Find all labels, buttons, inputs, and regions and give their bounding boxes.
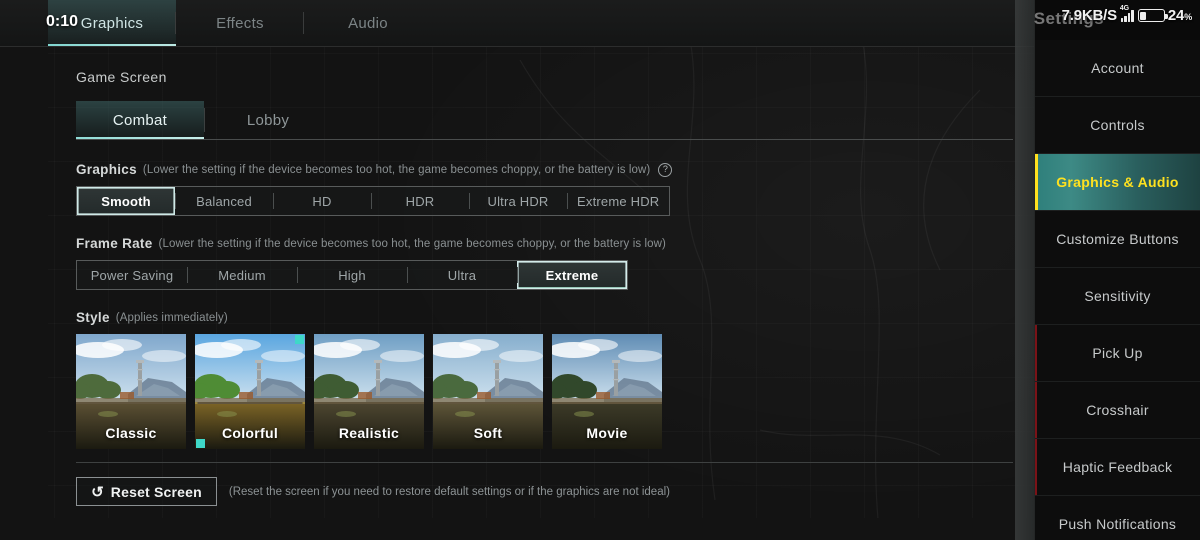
frame-rate-hint: (Lower the setting if the device becomes… (158, 237, 666, 250)
graphics-hint: (Lower the setting if the device becomes… (142, 163, 651, 176)
style-hint: (Applies immediately) (115, 311, 228, 324)
sidebar-list: Account Controls Graphics & Audio Customize… (1035, 40, 1200, 540)
sidebar-item-push-notifications[interactable]: Push Notifications (1035, 496, 1200, 540)
sidebar-item-label: Pick Up (1092, 345, 1143, 361)
tab-effects[interactable]: Effects (175, 0, 304, 46)
bottom-edge (0, 518, 1034, 540)
sidebar-item-controls[interactable]: Controls (1035, 97, 1200, 154)
style-card-label: Movie (586, 425, 628, 441)
sidebar-item-label: Sensitivity (1084, 288, 1151, 304)
tab-lobby-label: Lobby (246, 111, 290, 129)
sidebar-item-sensitivity[interactable]: Sensitivity (1035, 268, 1200, 325)
graphics-option-hd[interactable]: HD (273, 187, 371, 215)
sidebar-item-label: Crosshair (1086, 402, 1149, 418)
frame-rate-options: Power Saving Medium High Ultra Extreme (76, 260, 628, 290)
reset-screen-label: Reset Screen (110, 483, 202, 500)
style-thumbnail-row: Classic Colorful Realistic Soft Movie (76, 334, 1014, 449)
sidebar-item-label: Haptic Feedback (1062, 459, 1173, 475)
tab-audio[interactable]: Audio (303, 0, 432, 46)
style-card-classic[interactable]: Classic (76, 334, 186, 449)
style-card-label: Realistic (338, 425, 400, 441)
selection-corner-top-right (295, 335, 304, 344)
sidebar-item-account[interactable]: Account (1035, 40, 1200, 97)
sidebar-item-label: Controls (1090, 117, 1145, 133)
sidebar-item-haptic-feedback[interactable]: Haptic Feedback (1035, 439, 1200, 496)
main-content: Game Screen Combat Lobby Graphics (Lower… (48, 47, 1014, 540)
sidebar-gutter (1015, 0, 1035, 540)
graphics-options: Smooth Balanced HD HDR Ultra HDR Extreme… (76, 186, 671, 216)
style-divider (76, 462, 1013, 463)
graphics-label: Graphics (76, 162, 137, 177)
tab-audio-label: Audio (348, 14, 388, 32)
sidebar-item-label: Graphics & Audio (1056, 174, 1179, 190)
sidebar-item-pick-up[interactable]: Pick Up (1035, 325, 1200, 382)
sidebar-item-crosshair[interactable]: Crosshair (1035, 382, 1200, 439)
frame-rate-option-extreme[interactable]: Extreme (517, 261, 627, 289)
graphics-option-hdr[interactable]: HDR (371, 187, 469, 215)
frame-rate-option-ultra[interactable]: Ultra (407, 261, 517, 289)
sidebar-top-spacer (1035, 0, 1200, 40)
game-screen-title: Game Screen (76, 69, 167, 85)
frame-rate-option-power-saving[interactable]: Power Saving (77, 261, 187, 289)
sidebar-item-label: Account (1091, 60, 1144, 76)
style-label-row: Style (Applies immediately) (76, 310, 1014, 325)
style-card-soft[interactable]: Soft (433, 334, 543, 449)
frame-rate-option-high[interactable]: High (297, 261, 407, 289)
sidebar-item-customize-buttons[interactable]: Customize Buttons (1035, 211, 1200, 268)
style-card-label: Colorful (221, 425, 279, 441)
style-card-realistic[interactable]: Realistic (314, 334, 424, 449)
frame-rate-label-row: Frame Rate (Lower the setting if the dev… (76, 236, 1014, 251)
graphics-option-ultra-hdr[interactable]: Ultra HDR (469, 187, 567, 215)
reset-note: (Reset the screen if you need to restore… (228, 485, 670, 498)
graphics-option-smooth[interactable]: Smooth (77, 187, 175, 215)
style-label: Style (76, 310, 110, 325)
tabs-divider (76, 139, 1013, 140)
tab-combat-label: Combat (112, 111, 168, 129)
reset-arrow-icon: ↻ (91, 483, 104, 501)
tab-combat[interactable]: Combat (76, 101, 204, 139)
style-card-label: Soft (473, 425, 503, 441)
sidebar-item-label: Customize Buttons (1056, 231, 1179, 247)
sidebar-item-graphics-audio[interactable]: Graphics & Audio (1035, 154, 1200, 211)
frame-rate-label: Frame Rate (76, 236, 153, 251)
reset-screen-button[interactable]: ↻ Reset Screen (76, 477, 217, 506)
left-margin (0, 0, 48, 540)
tab-effects-label: Effects (216, 14, 264, 32)
graphics-label-row: Graphics (Lower the setting if the devic… (76, 162, 1014, 177)
settings-sidebar: Account Controls Graphics & Audio Customize… (1015, 0, 1200, 540)
style-card-colorful[interactable]: Colorful (195, 334, 305, 449)
settings-screen: Graphics Effects Audio 0:10 Settings 7.9… (0, 0, 1200, 540)
frame-rate-option-medium[interactable]: Medium (187, 261, 297, 289)
tab-lobby[interactable]: Lobby (204, 101, 332, 139)
style-card-movie[interactable]: Movie (552, 334, 662, 449)
tab-graphics-label: Graphics (80, 14, 144, 32)
help-icon[interactable]: ? (658, 162, 673, 177)
game-screen-tabs: Combat Lobby (76, 101, 1013, 139)
graphics-option-balanced[interactable]: Balanced (175, 187, 273, 215)
sidebar-item-label: Push Notifications (1058, 516, 1177, 532)
graphics-option-extreme-hdr[interactable]: Extreme HDR (567, 187, 669, 215)
style-card-label: Classic (105, 425, 157, 441)
top-tab-bar: Graphics Effects Audio (0, 0, 1034, 47)
tab-graphics[interactable]: Graphics (48, 0, 176, 46)
reset-row: ↻ Reset Screen (Reset the screen if you … (76, 477, 1014, 506)
